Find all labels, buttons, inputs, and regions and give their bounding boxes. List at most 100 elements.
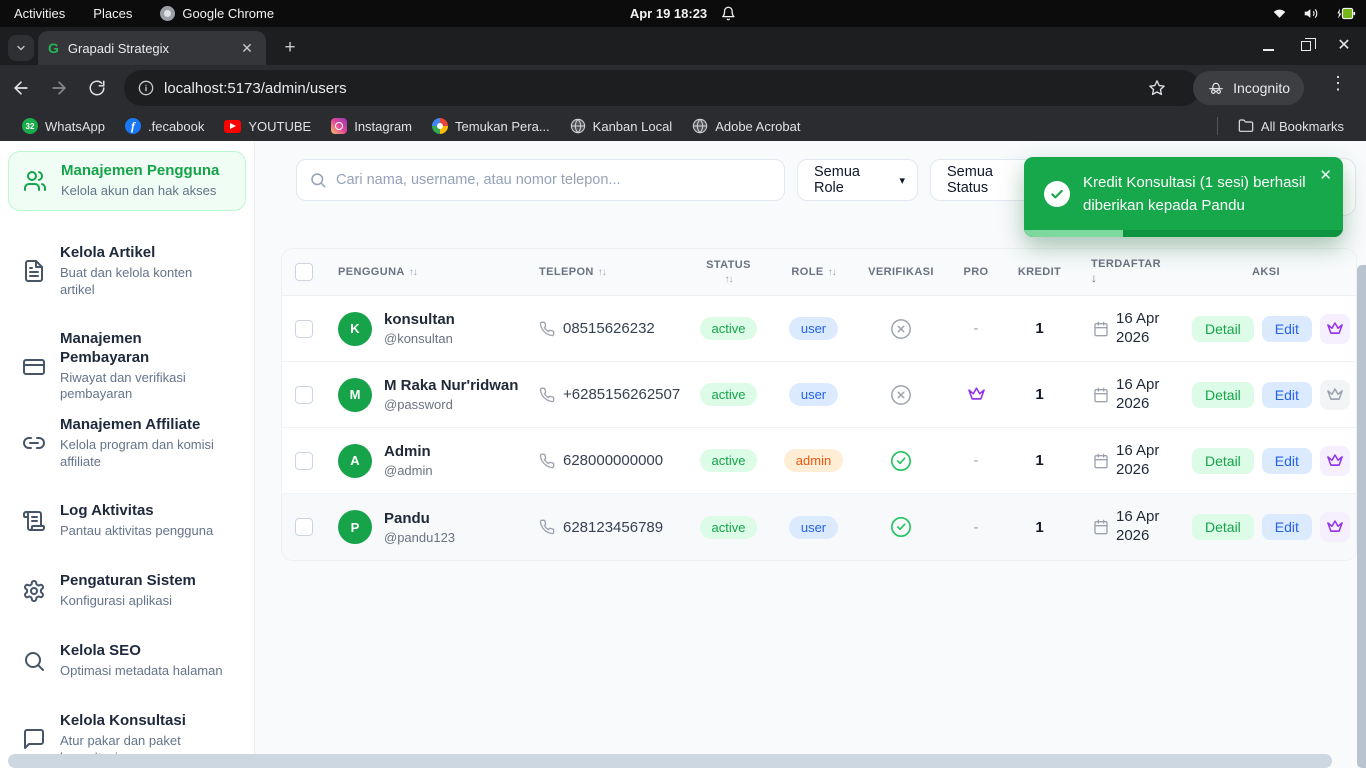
forward-icon <box>49 78 69 98</box>
crown-icon <box>1326 518 1344 536</box>
system-tray[interactable] <box>1271 6 1356 21</box>
grant-pro-button[interactable] <box>1320 446 1350 476</box>
row-checkbox[interactable] <box>295 320 313 338</box>
header-status[interactable]: STATUS↑↓ <box>686 258 771 285</box>
sort-icon: ↑↓ <box>725 273 733 286</box>
detail-button[interactable]: Detail <box>1192 382 1254 408</box>
vertical-scrollbar[interactable] <box>1357 265 1366 768</box>
edit-button[interactable]: Edit <box>1262 514 1312 540</box>
bookmark-star-button[interactable] <box>1140 71 1174 105</box>
header-verifikasi[interactable]: VERIFIKASI <box>856 266 946 278</box>
sidebar-item-manajemen-pengguna[interactable]: Manajemen PenggunaKelola akun dan hak ak… <box>8 151 246 211</box>
minimize-button[interactable] <box>1256 34 1280 58</box>
phone-cell: 628000000000 <box>526 452 686 469</box>
header-terdaftar[interactable]: TERDAFTAR↓ <box>1073 257 1176 287</box>
row-checkbox[interactable] <box>295 518 313 536</box>
status-badge: active <box>700 516 758 539</box>
restore-button[interactable] <box>1294 34 1318 58</box>
role-filter-select[interactable]: Semua Role ▾ <box>797 159 918 201</box>
address-bar[interactable]: localhost:5173/admin/users <box>124 70 1200 106</box>
admin-sidebar: Manajemen PenggunaKelola akun dan hak ak… <box>0 141 255 768</box>
select-all-cell <box>282 263 326 281</box>
app-menu[interactable]: Google Chrome <box>146 0 288 27</box>
search-input[interactable] <box>336 172 772 188</box>
incognito-icon <box>1207 80 1225 96</box>
status-badge: active <box>700 317 758 340</box>
sidebar-item-kelola-seo[interactable]: Kelola SEOOptimasi metadata halaman <box>8 632 246 690</box>
new-tab-button[interactable]: + <box>278 36 302 60</box>
site-info-icon[interactable] <box>138 80 154 96</box>
header-pro[interactable]: PRO <box>946 266 1006 278</box>
sidebar-item-kelola-artikel[interactable]: Kelola ArtikelBuat dan kelola konten art… <box>8 234 246 309</box>
header-aksi: AKSI <box>1176 266 1356 278</box>
success-toast: Kredit Konsultasi (1 sesi) berhasil dibe… <box>1024 157 1343 237</box>
sidebar-item-pengaturan-sistem[interactable]: Pengaturan SistemKonfigurasi aplikasi <box>8 562 246 620</box>
crown-icon <box>1326 320 1344 338</box>
calendar-icon <box>1093 321 1109 337</box>
all-bookmarks-button[interactable]: All Bookmarks <box>1228 115 1354 137</box>
bookmark-instagram[interactable]: Instagram <box>321 115 422 137</box>
calendar-icon <box>1093 519 1109 535</box>
header-telepon[interactable]: TELEPON↑↓ <box>526 266 686 278</box>
actions-cell: Detail Edit <box>1176 446 1357 476</box>
sidebar-item-manajemen-affiliate[interactable]: Manajemen AffiliateKelola program dan ko… <box>8 406 246 481</box>
actions-cell: Detail Edit <box>1176 314 1357 344</box>
edit-button[interactable]: Edit <box>1262 382 1312 408</box>
bookmark-temukan[interactable]: Temukan Pera... <box>422 115 560 137</box>
row-checkbox[interactable] <box>295 452 313 470</box>
bookmark-facebook[interactable]: f .fecabook <box>115 115 214 137</box>
activities-button[interactable]: Activities <box>0 0 79 27</box>
chrome-icon <box>160 6 175 21</box>
calendar-icon <box>1093 453 1109 469</box>
search-icon <box>22 649 46 673</box>
restore-icon <box>1301 41 1311 51</box>
detail-button[interactable]: Detail <box>1192 448 1254 474</box>
horizontal-scrollbar[interactable] <box>8 754 1332 768</box>
avatar: K <box>338 312 372 346</box>
header-kredit[interactable]: KREDIT <box>1006 266 1073 278</box>
header-pengguna[interactable]: PENGGUNA↑↓ <box>326 266 526 278</box>
tab-search-button[interactable] <box>8 35 34 61</box>
reload-icon <box>88 79 106 97</box>
row-checkbox[interactable] <box>295 386 313 404</box>
sidebar-item-manajemen-pembayaran[interactable]: Manajemen PembayaranRiwayat dan verifika… <box>8 320 246 413</box>
places-menu[interactable]: Places <box>79 0 146 27</box>
grant-pro-button[interactable] <box>1320 314 1350 344</box>
bookmark-youtube[interactable]: YOUTUBE <box>214 116 321 137</box>
detail-button[interactable]: Detail <box>1192 514 1254 540</box>
edit-button[interactable]: Edit <box>1262 448 1312 474</box>
back-button[interactable] <box>4 71 38 105</box>
table-row: M M Raka Nur'ridwan@password +6285156262… <box>282 362 1356 428</box>
user-cell: K konsultan@konsultan <box>326 311 526 346</box>
clock-area[interactable]: Apr 19 18:23 <box>630 6 736 21</box>
bookmark-whatsapp[interactable]: 32 WhatsApp <box>12 115 115 137</box>
star-icon <box>1148 79 1166 97</box>
toast-message: Kredit Konsultasi (1 sesi) berhasil dibe… <box>1083 171 1313 218</box>
header-role[interactable]: ROLE↑↓ <box>771 266 856 278</box>
close-button[interactable]: ✕ <box>1332 34 1356 58</box>
bookmark-kanban-local[interactable]: Kanban Local <box>560 115 683 137</box>
user-search[interactable] <box>296 159 785 201</box>
minimize-icon <box>1263 49 1274 51</box>
bookmark-acrobat[interactable]: Adobe Acrobat <box>682 115 810 137</box>
grant-pro-button[interactable] <box>1320 512 1350 542</box>
chrome-menu-button[interactable]: ⋮ <box>1326 73 1350 94</box>
bookmarks-separator <box>1217 117 1218 135</box>
message-square-icon <box>22 727 46 751</box>
user-cell: A Admin@admin <box>326 443 526 478</box>
forward-button[interactable] <box>42 71 76 105</box>
detail-button[interactable]: Detail <box>1192 316 1254 342</box>
revoke-pro-button[interactable] <box>1320 380 1350 410</box>
select-all-checkbox[interactable] <box>295 263 313 281</box>
tab-close-icon[interactable]: ✕ <box>238 39 256 57</box>
pro-cell: - <box>946 519 1006 536</box>
reload-button[interactable] <box>80 71 114 105</box>
battery-icon <box>1334 6 1356 21</box>
sort-icon: ↑↓ <box>598 267 606 278</box>
sidebar-item-log-aktivitas[interactable]: Log AktivitasPantau aktivitas pengguna <box>8 492 246 550</box>
toast-close-icon[interactable]: ✕ <box>1319 166 1332 184</box>
edit-button[interactable]: Edit <box>1262 316 1312 342</box>
admin-users-page: Manajemen PenggunaKelola akun dan hak ak… <box>0 141 1366 768</box>
browser-tab[interactable]: G Grapadi Strategix ✕ <box>38 31 266 65</box>
kredit-cell: 1 <box>1006 386 1073 403</box>
